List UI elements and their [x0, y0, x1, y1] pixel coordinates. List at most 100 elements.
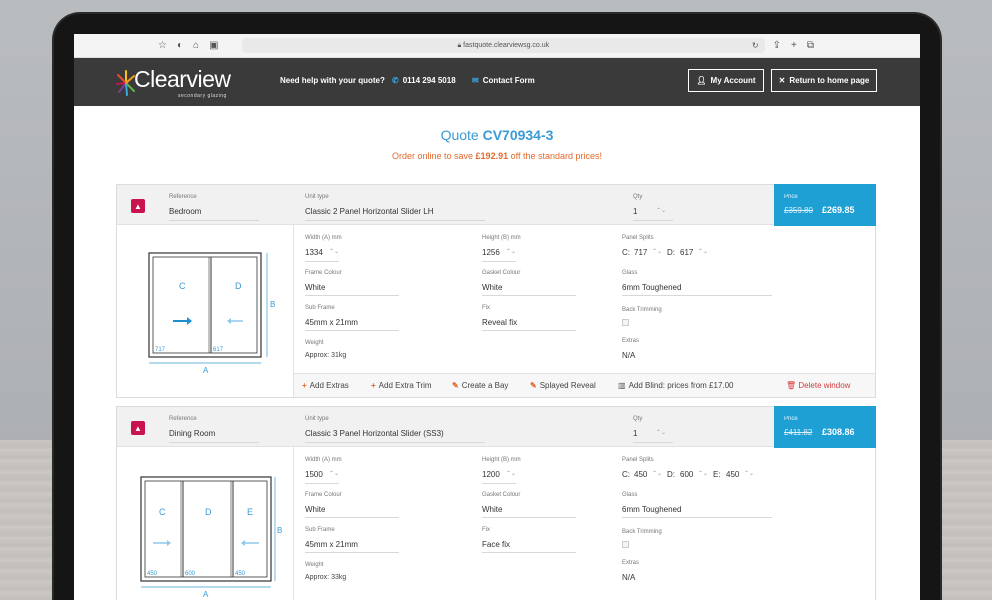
glass-select[interactable]: 6mm Toughened	[622, 505, 681, 514]
current-price: £269.85	[822, 205, 855, 215]
shield-icon[interactable]: ◐	[177, 40, 183, 51]
reference-field[interactable]: Bedroom	[169, 207, 201, 216]
height-underline	[482, 261, 516, 262]
split-d-field[interactable]: 617	[680, 248, 693, 257]
sub-frame-underline	[305, 330, 399, 331]
width-field[interactable]: 1500	[305, 470, 323, 479]
contact-form-link[interactable]: ✉ Contact Form	[472, 76, 535, 85]
tabs-icon[interactable]: ⧉	[807, 40, 814, 51]
add-extra-trim-button[interactable]: + Add Extra Trim	[371, 381, 432, 390]
fix-select[interactable]: Face fix	[482, 540, 510, 549]
back-trimming-checkbox[interactable]	[622, 319, 629, 326]
width-label: Width (A) mm	[305, 457, 342, 463]
reference-label: Reference	[169, 416, 197, 422]
phone-link[interactable]: ✆ 0114 294 5018	[392, 76, 456, 85]
share-icon[interactable]: ⇪	[773, 40, 781, 51]
gasket-colour-select[interactable]: White	[482, 505, 502, 514]
back-trimming-checkbox[interactable]	[622, 541, 629, 548]
collapse-toggle-icon[interactable]: ▲	[131, 421, 145, 435]
weight-value: Approx: 33kg	[305, 574, 347, 581]
bookmark-star-icon[interactable]: ☆	[158, 40, 167, 51]
splayed-reveal-button[interactable]: ✎ Splayed Reveal	[530, 381, 596, 390]
split-d-stepper-icon[interactable]: ⌃⌄	[698, 470, 708, 477]
phone-icon: ✆	[392, 76, 399, 85]
split-e-stepper-icon[interactable]: ⌃⌄	[744, 470, 754, 477]
sub-frame-label: Sub Frame	[305, 305, 335, 311]
gasket-colour-select[interactable]: White	[482, 283, 502, 292]
home-icon[interactable]: ⌂	[193, 40, 199, 51]
offer-post: off the standard prices!	[510, 151, 602, 161]
unit-type-select[interactable]: Classic 2 Panel Horizontal Slider LH	[305, 207, 434, 216]
quote-id: CV70934-3	[482, 127, 554, 143]
create-bay-label: Create a Bay	[461, 381, 509, 390]
split-c-stepper-icon[interactable]: ⌃⌄	[652, 248, 662, 255]
qty-underline	[633, 442, 673, 443]
new-tab-icon[interactable]: +	[791, 40, 797, 51]
card-divider	[293, 447, 294, 600]
qty-stepper-icon[interactable]: ⌃⌄	[656, 429, 666, 436]
plus-icon: +	[302, 381, 307, 390]
height-stepper-icon[interactable]: ⌃⌄	[506, 248, 516, 255]
split-d-field[interactable]: 600	[680, 470, 693, 479]
panel-d-label: D	[235, 281, 242, 291]
frame-colour-select[interactable]: White	[305, 283, 325, 292]
qty-field[interactable]: 1	[633, 429, 637, 438]
height-label: Height (B) mm	[482, 235, 521, 241]
window-card: ▲ Reference Bedroom Unit type Classic 2 …	[116, 184, 876, 398]
split-c-prefix: C:	[622, 248, 630, 257]
split-c-stepper-icon[interactable]: ⌃⌄	[652, 470, 662, 477]
slide-left-arrow-icon	[241, 540, 259, 546]
reference-field[interactable]: Dining Room	[169, 429, 215, 438]
dimension-a-label: A	[203, 366, 209, 375]
reload-icon[interactable]: ↻	[752, 41, 759, 50]
height-field[interactable]: 1256	[482, 248, 500, 257]
add-extras-button[interactable]: + Add Extras	[302, 381, 349, 390]
my-account-button[interactable]: 👤︎ My Account	[688, 69, 764, 92]
fix-underline	[482, 330, 576, 331]
fix-select[interactable]: Reveal fix	[482, 318, 517, 327]
card-divider	[293, 225, 294, 397]
collapse-toggle-icon[interactable]: ▲	[131, 199, 145, 213]
weight-label: Weight	[305, 562, 324, 568]
blind-icon: ▥	[618, 381, 626, 390]
height-stepper-icon[interactable]: ⌃⌄	[506, 470, 516, 477]
panel-c-label: C	[159, 507, 166, 517]
qty-field[interactable]: 1	[633, 207, 637, 216]
add-blind-button[interactable]: ▥ Add Blind: prices from £17.00	[618, 381, 734, 390]
width-underline	[305, 261, 339, 262]
unit-type-select[interactable]: Classic 3 Panel Horizontal Slider (SS3)	[305, 429, 444, 438]
glass-select[interactable]: 6mm Toughened	[622, 283, 681, 292]
fix-label: Fix	[482, 527, 490, 533]
unit-type-label: Unit type	[305, 416, 329, 422]
unit-type-underline	[305, 220, 485, 221]
offer-banner: Order online to save £192.91 off the sta…	[74, 151, 920, 161]
sub-frame-select[interactable]: 45mm x 21mm	[305, 318, 358, 327]
height-field[interactable]: 1200	[482, 470, 500, 479]
price-label: Price	[784, 194, 798, 200]
clearview-logo[interactable]: Clearview secondary glazing	[116, 66, 236, 100]
return-home-button[interactable]: ✕ Return to home page	[771, 69, 877, 92]
width-label: Width (A) mm	[305, 235, 342, 241]
width-stepper-icon[interactable]: ⌃⌄	[329, 470, 339, 477]
sub-frame-select[interactable]: 45mm x 21mm	[305, 540, 358, 549]
qty-stepper-icon[interactable]: ⌃⌄	[656, 207, 666, 214]
split-e-prefix: E:	[713, 470, 721, 479]
extras-value: N/A	[622, 351, 636, 360]
reader-icon[interactable]: ▣	[209, 40, 218, 51]
split-c-field[interactable]: 717	[634, 248, 647, 257]
width-field[interactable]: 1334	[305, 248, 323, 257]
dim-1-label: 450	[147, 571, 158, 577]
address-bar[interactable]: 🔒︎ fastquote.clearviewsg.co.uk ↻	[242, 38, 765, 53]
split-c-field[interactable]: 450	[634, 470, 647, 479]
frame-colour-select[interactable]: White	[305, 505, 325, 514]
delete-window-button[interactable]: 🗑︎ Delete window	[786, 381, 850, 390]
width-stepper-icon[interactable]: ⌃⌄	[329, 248, 339, 255]
offer-pre: Order online to save	[391, 151, 474, 161]
dimension-b-label: B	[270, 300, 275, 309]
dimension-b-label: B	[277, 526, 282, 535]
close-icon: ✕	[778, 76, 786, 85]
split-d-stepper-icon[interactable]: ⌃⌄	[698, 248, 708, 255]
gasket-colour-underline	[482, 517, 576, 518]
create-bay-button[interactable]: ✎ Create a Bay	[452, 381, 508, 390]
split-e-field[interactable]: 450	[726, 470, 739, 479]
